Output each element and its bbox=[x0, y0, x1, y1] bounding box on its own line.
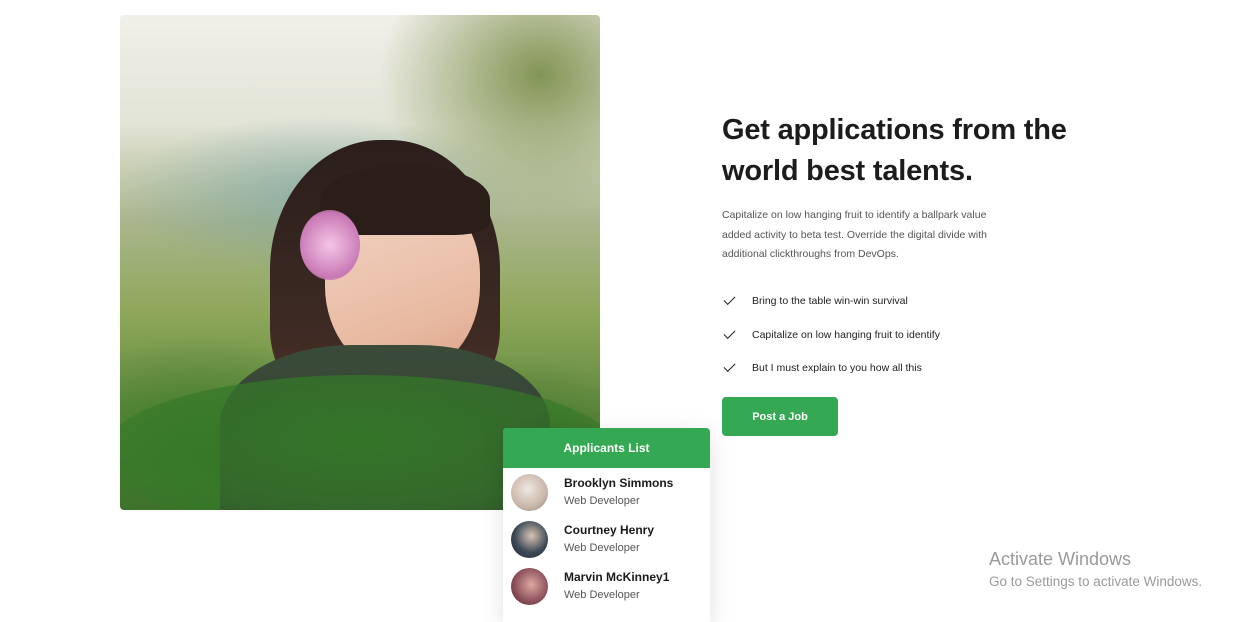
checklist-item: Capitalize on low hanging fruit to ident… bbox=[722, 318, 1082, 352]
feature-checklist: Bring to the table win-win survival Capi… bbox=[722, 285, 1082, 386]
avatar bbox=[511, 473, 548, 511]
check-icon bbox=[722, 294, 736, 308]
watermark-subtitle: Go to Settings to activate Windows. bbox=[989, 574, 1203, 589]
applicant-role: Web Developer bbox=[564, 542, 640, 554]
applicant-role: Web Developer bbox=[564, 589, 640, 601]
checklist-text: But I must explain to you how all this bbox=[752, 362, 922, 375]
check-icon bbox=[722, 328, 736, 342]
applicants-card: Applicants List Brooklyn Simmons Web Dev… bbox=[503, 428, 710, 622]
post-job-button[interactable]: Post a Job bbox=[722, 397, 838, 436]
avatar bbox=[511, 520, 548, 558]
checklist-text: Capitalize on low hanging fruit to ident… bbox=[752, 328, 940, 341]
applicant-row[interactable]: Marvin McKinney1 Web Developer bbox=[503, 563, 710, 609]
applicant-role: Web Developer bbox=[564, 495, 640, 507]
applicant-name: Courtney Henry bbox=[564, 523, 655, 537]
page-title: Get applications from the world best tal… bbox=[722, 114, 1067, 187]
windows-activation-watermark: Activate Windows Go to Settings to activ… bbox=[989, 548, 1202, 592]
hero-description: Capitalize on low hanging fruit to ident… bbox=[722, 209, 987, 260]
check-icon bbox=[722, 361, 736, 375]
checklist-text: Bring to the table win-win survival bbox=[752, 295, 908, 308]
applicants-title: Applicants List bbox=[503, 428, 710, 468]
checklist-item: Bring to the table win-win survival bbox=[722, 285, 1082, 319]
checklist-item: But I must explain to you how all this bbox=[722, 352, 1082, 386]
applicant-name: Brooklyn Simmons bbox=[564, 476, 674, 490]
photo-flower bbox=[300, 210, 360, 280]
applicant-name: Marvin McKinney1 bbox=[564, 570, 670, 584]
applicant-row[interactable]: Courtney Henry Web Developer bbox=[503, 516, 710, 562]
avatar bbox=[511, 567, 548, 605]
watermark-title: Activate Windows bbox=[989, 549, 1132, 569]
hero-content: Get applications from the world best tal… bbox=[722, 110, 1082, 436]
applicant-row[interactable]: Brooklyn Simmons Web Developer bbox=[503, 469, 710, 515]
